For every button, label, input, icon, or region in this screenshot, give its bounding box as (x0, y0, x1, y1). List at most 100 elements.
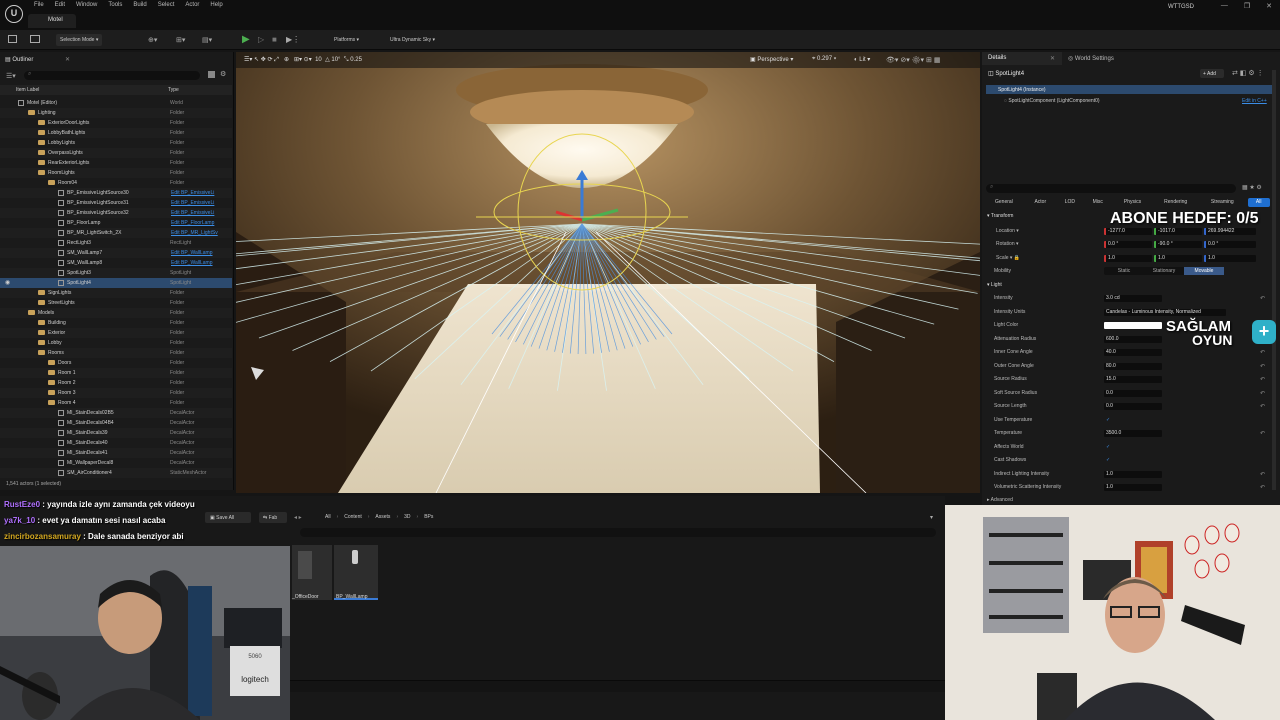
edit-blueprint-link[interactable]: Edit BP_WallLamp (171, 258, 213, 268)
outliner-tab[interactable]: ▤ Outliner ✕ (5, 56, 70, 63)
outliner-options-icon[interactable] (208, 71, 215, 78)
outliner-row[interactable]: RectLight3 RectLight (0, 238, 232, 248)
asset-officedoor[interactable]: _OfficeDoor (292, 545, 332, 600)
menu-item-tools[interactable]: Tools (108, 2, 122, 8)
outliner-row[interactable]: MI_StainDecals04B4 DecalActor (0, 418, 232, 428)
outliner-row[interactable]: BP_EmissiveLightSource30 Edit BP_Emissive… (0, 188, 232, 198)
play-options-icon[interactable]: ▶⋮ (286, 35, 300, 44)
step-icon[interactable]: ▷ (258, 35, 264, 44)
selection-mode-button[interactable]: Selection Mode ▾ (56, 34, 103, 46)
component-instance[interactable]: SpotLight4 (Instance) (986, 85, 1274, 94)
filter-tab-streaming[interactable]: Streaming (1201, 198, 1244, 207)
world-settings-tab[interactable]: ◎ World Settings (1068, 55, 1114, 62)
filter-tab-physics[interactable]: Physics (1115, 198, 1151, 207)
transform-category[interactable]: ▾ Transform (987, 213, 1013, 219)
filter-tab-all[interactable]: All (1247, 198, 1270, 207)
nav-arrows-icon[interactable]: ◂ ▸ (294, 514, 302, 521)
prop-value[interactable]: 80.0 (1104, 362, 1162, 370)
outliner-row[interactable]: LobbyLights Folder (0, 138, 232, 148)
content-icon[interactable] (30, 35, 40, 43)
outliner-row[interactable]: Lighting Folder (0, 108, 232, 118)
breadcrumb-content[interactable]: Content (344, 514, 362, 520)
component-row[interactable]: ◌ SpotLightComponent (LightComponent0) (1004, 98, 1100, 104)
reset-icon[interactable]: ↶ (1260, 390, 1265, 397)
content-search-input[interactable] (300, 528, 936, 537)
edit-blueprint-link[interactable]: Edit BP_EmissiveLi (171, 198, 214, 208)
reset-icon[interactable]: ↶ (1260, 403, 1265, 410)
unreal-logo-icon[interactable]: U (5, 5, 23, 23)
mobility-stationary[interactable]: Stationary (1144, 267, 1184, 275)
close-button[interactable]: ✕ (1266, 2, 1272, 10)
outliner-row[interactable]: SM_AirConditioner4 StaticMeshActor (0, 468, 232, 478)
outliner-row[interactable]: Doors Folder (0, 358, 232, 368)
outliner-row[interactable]: MI_StainDecals41 DecalActor (0, 448, 232, 458)
col-label[interactable]: Item Label (16, 87, 39, 93)
outliner-row[interactable]: BP_EmissiveLightSource32 Edit BP_Emissive… (0, 208, 232, 218)
scale-z[interactable]: 1.0 (1204, 255, 1256, 262)
tab-motel[interactable]: Motel (28, 14, 76, 28)
outliner-row[interactable]: Motel (Editor) World (0, 98, 232, 108)
outliner-row[interactable]: MI_WallpaperDecal8 DecalActor (0, 458, 232, 468)
minimize-button[interactable]: — (1221, 2, 1228, 10)
level-viewport[interactable] (236, 52, 980, 493)
platforms-button[interactable]: Platforms ▾ (330, 34, 363, 46)
outliner-row[interactable]: Rooms Folder (0, 348, 232, 358)
save-icon[interactable] (8, 35, 17, 43)
rotation-y[interactable]: -90.0 ° (1154, 241, 1202, 248)
prop-value[interactable]: 600.0 (1104, 335, 1162, 343)
edit-blueprint-link[interactable]: Edit BP_WallLamp (171, 248, 213, 258)
outliner-row[interactable]: BP_FloorLamp Edit BP_FloorLamp (0, 218, 232, 228)
prop-checkbox[interactable]: ✓ (1104, 457, 1112, 464)
details-search-input[interactable]: ⌕ (986, 184, 1236, 193)
outliner-row[interactable]: LobbyBathLights Folder (0, 128, 232, 138)
details-actions-icon[interactable]: ⇄ ◧ ⚙ ⋮ (1232, 69, 1264, 77)
prop-value[interactable]: 1.0 (1104, 470, 1162, 478)
reset-icon[interactable]: ↶ (1260, 363, 1265, 370)
close-icon[interactable]: ✕ (1050, 55, 1055, 62)
transform-tools[interactable]: ☰▾ ↖ ✥ ⟳ ⤢ ⊕ ⊞▾ ⊙▾ 10 △ 10° ⤡ 0.25 (244, 56, 362, 64)
light-category[interactable]: ▾ Light (987, 282, 1002, 288)
outliner-row[interactable]: BP_EmissiveLightSource31 Edit BP_Emissive… (0, 198, 232, 208)
show-flags-icon[interactable]: 👁▾ ⊘▾ ⚙▾ ⊞ ▦ (886, 56, 940, 64)
filter-tab-general[interactable]: General (986, 198, 1022, 207)
outliner-row[interactable]: SignLights Folder (0, 288, 232, 298)
asset-walllamp[interactable]: BP_WallLamp (334, 545, 378, 600)
outliner-row[interactable]: RearExteriorLights Folder (0, 158, 232, 168)
prop-value[interactable]: Candelas - Luminous Intensity, Normalize… (1104, 308, 1226, 316)
filter-icon[interactable]: ☰▾ (6, 72, 16, 80)
mobility-static[interactable]: Static (1104, 267, 1144, 275)
outliner-row[interactable]: SpotLight3 SpotLight (0, 268, 232, 278)
filter-tab-actor[interactable]: Actor (1026, 198, 1055, 207)
edit-blueprint-link[interactable]: Edit BP_FloorLamp (171, 218, 214, 228)
advanced-category[interactable]: ▸ Advanced (987, 497, 1013, 503)
outliner-row[interactable]: SpotLight4 SpotLight (0, 278, 232, 288)
outliner-row[interactable]: ExteriorDoorLights Folder (0, 118, 232, 128)
prop-value[interactable]: 3.0 cd (1104, 295, 1162, 302)
edit-cpp-link[interactable]: Edit in C++ (1242, 98, 1267, 104)
outliner-row[interactable]: Models Folder (0, 308, 232, 318)
perspective-button[interactable]: ▣ Perspective ▾ (750, 56, 793, 63)
mobility-movable[interactable]: Movable (1184, 267, 1224, 275)
prop-value[interactable]: 40.0 (1104, 349, 1162, 356)
reset-icon[interactable]: ↶ (1260, 376, 1265, 383)
reset-icon[interactable]: ↶ (1260, 471, 1265, 478)
outliner-row[interactable]: Room 2 Folder (0, 378, 232, 388)
outliner-row[interactable]: OverpassLights Folder (0, 148, 232, 158)
rotation-label[interactable]: Rotation ▾ (996, 241, 1019, 247)
maximize-button[interactable]: ❐ (1244, 2, 1250, 10)
breadcrumb-all[interactable]: All (325, 514, 331, 520)
outliner-row[interactable]: Room 3 Folder (0, 388, 232, 398)
prop-value[interactable]: 0.0 (1104, 403, 1162, 410)
outliner-row[interactable]: MI_StainDecals02B5 DecalActor (0, 408, 232, 418)
save-all-button[interactable]: ▣ Save All (205, 512, 251, 523)
menu-item-help[interactable]: Help (210, 2, 222, 8)
menu-item-select[interactable]: Select (158, 2, 175, 8)
outliner-row[interactable]: MI_StainDecals40 DecalActor (0, 438, 232, 448)
outliner-row[interactable]: SM_WallLamp8 Edit BP_WallLamp (0, 258, 232, 268)
location-y[interactable]: -1017.0 (1154, 228, 1202, 235)
scale-x[interactable]: 1.0 (1104, 255, 1152, 262)
details-tab[interactable]: Details ✕ (982, 52, 1062, 65)
filter-tab-rendering[interactable]: Rendering (1154, 198, 1197, 207)
outliner-row[interactable]: RoomLights Folder (0, 168, 232, 178)
camera-speed-button[interactable]: ⌖ 0.297 ▾ (812, 56, 836, 63)
